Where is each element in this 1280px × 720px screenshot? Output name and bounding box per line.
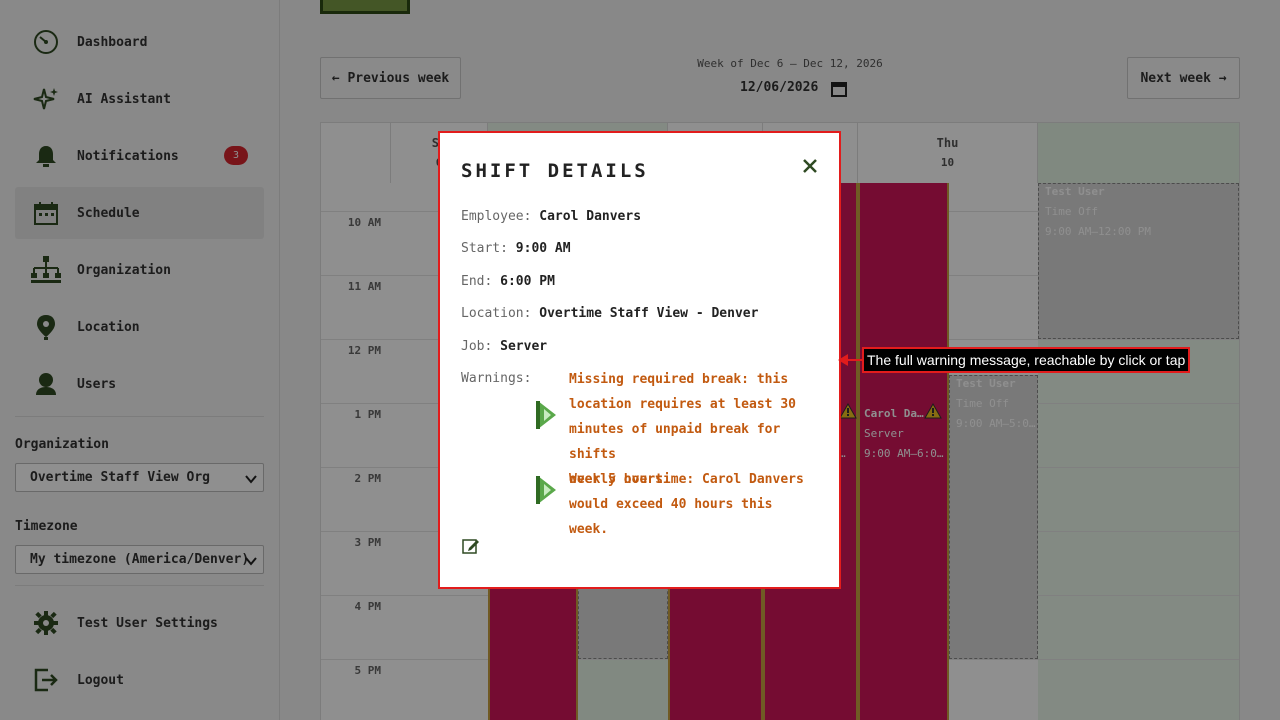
close-icon[interactable] <box>802 158 818 178</box>
end-label: End: <box>461 274 493 289</box>
job-value: Server <box>500 339 548 354</box>
job-label: Job: <box>461 339 493 354</box>
expand-warning-icon[interactable] <box>536 474 558 510</box>
annotation-callout: The full warning message, reachable by c… <box>861 347 1191 373</box>
annotation-arrow-line <box>847 359 864 361</box>
location-row: Location: Overtime Staff View - Denver <box>461 306 758 321</box>
shift-details-modal: SHIFT DETAILS Employee: Carol Danvers St… <box>438 131 841 589</box>
employee-value: Carol Danvers <box>539 209 642 224</box>
start-value: 9:00 AM <box>515 241 571 256</box>
warning-line: would exceed 40 hours this week. <box>569 497 773 537</box>
warning-message[interactable]: Weekly overtime: Carol Danvers would exc… <box>569 467 819 542</box>
start-label: Start: <box>461 241 508 256</box>
employee-label: Employee: <box>461 209 532 224</box>
employee-row: Employee: Carol Danvers <box>461 209 641 224</box>
warnings-label-row: Warnings: <box>461 371 531 386</box>
job-row: Job: Server <box>461 339 547 354</box>
modal-title: SHIFT DETAILS <box>461 160 649 182</box>
end-value: 6:00 PM <box>500 274 555 289</box>
edit-icon[interactable] <box>462 537 480 559</box>
warning-line: Missing required break: this <box>569 372 789 387</box>
start-row: Start: 9:00 AM <box>461 241 571 256</box>
location-label: Location: <box>461 306 532 321</box>
expand-warning-icon[interactable] <box>536 399 558 435</box>
end-row: End: 6:00 PM <box>461 274 555 289</box>
warning-line: location requires at least 30 <box>569 397 796 412</box>
warnings-label: Warnings: <box>461 371 532 386</box>
warning-line: Weekly overtime: Carol Danvers <box>569 472 804 487</box>
warning-line: minutes of unpaid break for shifts <box>569 422 781 462</box>
location-value: Overtime Staff View - Denver <box>539 306 759 321</box>
